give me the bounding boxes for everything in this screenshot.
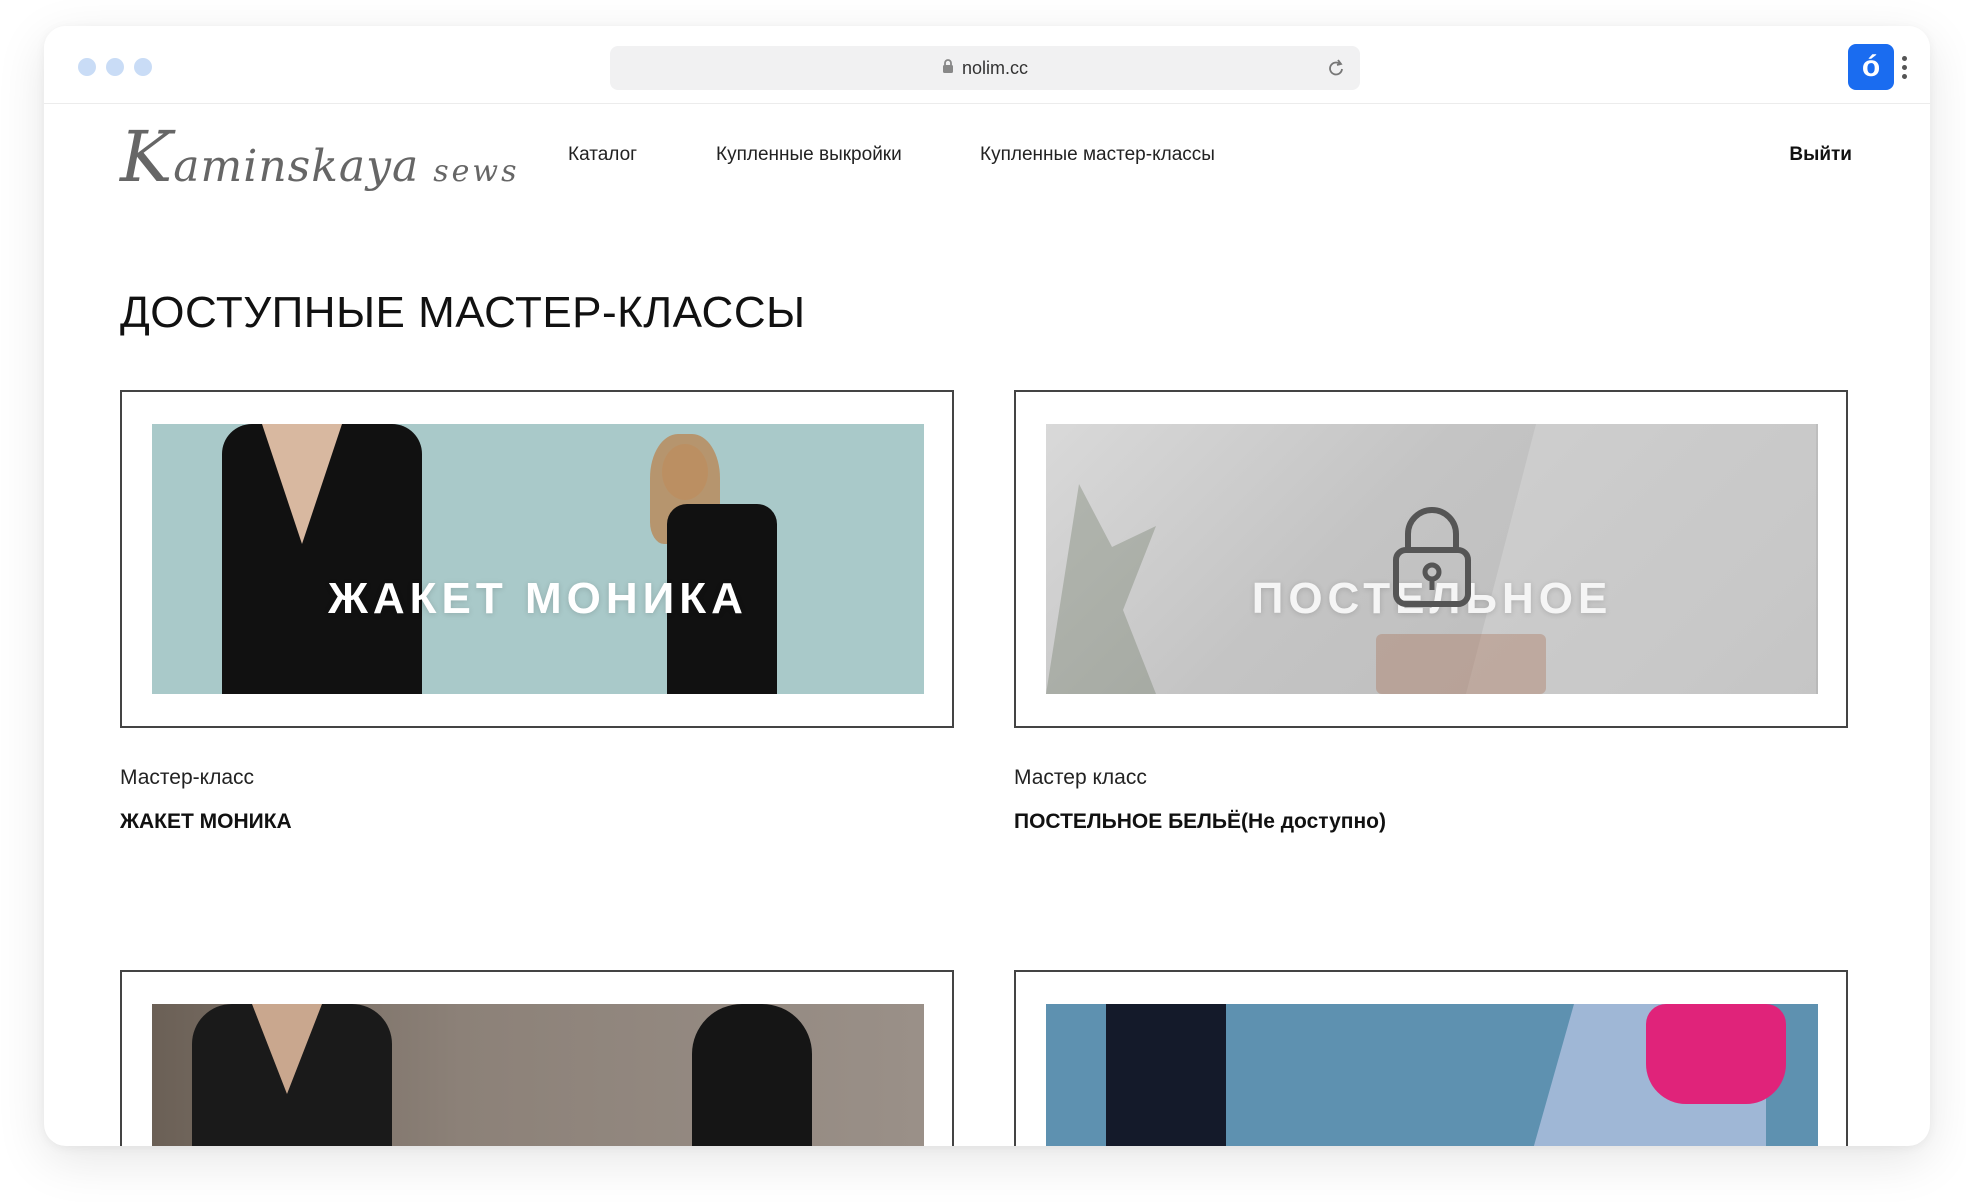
logo-initial: K: [120, 116, 174, 198]
logo-main: aminskaya: [173, 141, 420, 192]
extension-letter: ó: [1861, 50, 1881, 83]
card-category-label: Мастер-класс: [120, 766, 254, 789]
card-title[interactable]: ПОСТЕЛЬНОЕ БЕЛЬЁ(Не доступно): [1014, 810, 1386, 834]
masterclass-card-jacket[interactable]: ЖАКЕТ МОНИКА: [120, 390, 954, 728]
site-logo[interactable]: Kaminskaya sews: [120, 116, 519, 198]
card-image: [152, 1004, 924, 1146]
card-image: [1046, 1004, 1818, 1146]
card-category-label: Мастер класс: [1014, 766, 1147, 789]
nav-link-purchased-patterns[interactable]: Купленные выкройки: [716, 144, 902, 166]
more-menu-icon[interactable]: [1902, 56, 1908, 79]
address-bar[interactable]: nolim.cc: [610, 46, 1360, 90]
nav-link-purchased-masterclasses[interactable]: Купленные мастер-классы: [980, 144, 1215, 166]
browser-toolbar: nolim.cc ó: [44, 26, 1930, 104]
page-title: ДОСТУПНЫЕ МАСТЕР-КЛАССЫ: [120, 288, 806, 337]
masterclass-card-4[interactable]: [1014, 970, 1848, 1146]
masterclass-card-bedding[interactable]: ПОСТЕЛЬНОЕ: [1014, 390, 1848, 728]
masterclass-card-3[interactable]: [120, 970, 954, 1146]
nav-link-catalog[interactable]: Каталог: [568, 144, 637, 166]
reload-icon[interactable]: [1326, 57, 1346, 84]
card-image: ПОСТЕЛЬНОЕ: [1046, 424, 1818, 694]
padlock-icon: [942, 58, 954, 79]
maximize-window-button[interactable]: [134, 58, 152, 76]
card-banner-title: ЖАКЕТ МОНИКА: [328, 574, 748, 623]
logo-suffix: sews: [433, 154, 520, 189]
close-window-button[interactable]: [78, 58, 96, 76]
url-text: nolim.cc: [961, 57, 1028, 78]
card-title[interactable]: ЖАКЕТ МОНИКА: [120, 810, 292, 834]
lock-icon: [1390, 506, 1474, 613]
site-header: Kaminskaya sews Каталог Купленные выкройк…: [44, 104, 1930, 214]
window-controls: [78, 58, 152, 76]
logout-link[interactable]: Выйти: [1789, 144, 1852, 166]
card-image: ЖАКЕТ МОНИКА: [152, 424, 924, 694]
minimize-window-button[interactable]: [106, 58, 124, 76]
page-content: Kaminskaya sews Каталог Купленные выкройк…: [44, 104, 1930, 1146]
browser-window: nolim.cc ó Kaminskaya sews Каталог Куплен…: [44, 26, 1930, 1146]
extension-button[interactable]: ó: [1848, 44, 1894, 90]
